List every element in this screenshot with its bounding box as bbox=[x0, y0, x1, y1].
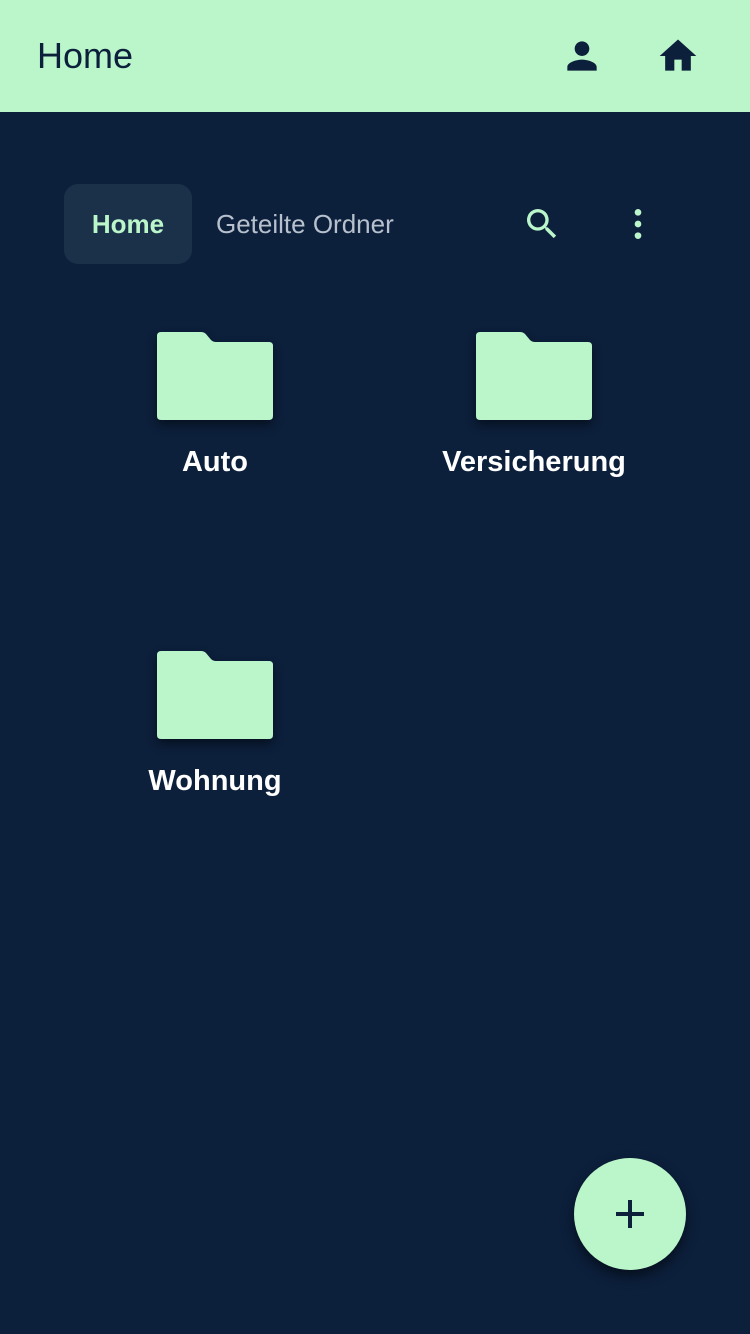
folder-item-wohnung[interactable]: Wohnung bbox=[65, 641, 365, 831]
plus-icon bbox=[616, 1200, 644, 1228]
page-title: Home bbox=[37, 35, 134, 76]
app-bar: Home bbox=[0, 0, 750, 112]
folder-label: Versicherung bbox=[442, 446, 626, 478]
person-icon bbox=[567, 41, 597, 71]
folder-icon bbox=[472, 322, 596, 426]
home-icon bbox=[659, 39, 697, 71]
folder-label: Wohnung bbox=[148, 765, 282, 797]
more-vertical-icon bbox=[634, 209, 642, 239]
more-options-button[interactable] bbox=[618, 204, 658, 244]
profile-button[interactable] bbox=[560, 34, 604, 78]
home-button[interactable] bbox=[656, 34, 700, 78]
add-folder-button[interactable] bbox=[574, 1158, 686, 1270]
folder-icon bbox=[153, 641, 277, 745]
search-icon bbox=[527, 209, 557, 239]
tab-home[interactable]: Home bbox=[64, 184, 192, 264]
folder-item-versicherung[interactable]: Versicherung bbox=[384, 322, 684, 512]
folder-item-auto[interactable]: Auto bbox=[65, 322, 365, 512]
tab-shared-folders[interactable]: Geteilte Ordner bbox=[216, 184, 394, 264]
folder-icon bbox=[153, 322, 277, 426]
folder-label: Auto bbox=[181, 446, 249, 478]
search-button[interactable] bbox=[522, 204, 562, 244]
tab-bar: Home Geteilte Ordner bbox=[0, 184, 750, 264]
